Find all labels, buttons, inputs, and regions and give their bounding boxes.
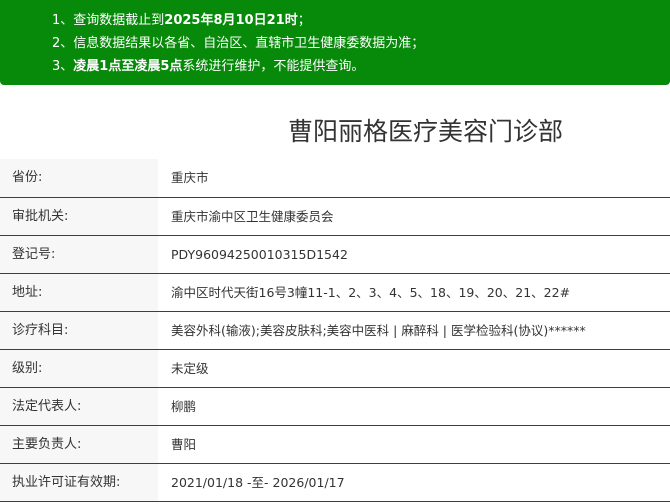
table-row: 诊疗科目: 美容外科(输液);美容皮肤科;美容中医科 | 麻醉科 | 医学检验科…: [0, 312, 670, 350]
row-value: 重庆市渝中区卫生健康委员会: [171, 209, 334, 224]
row-value: 未定级: [171, 361, 209, 376]
row-label: 诊疗科目:: [0, 312, 158, 349]
row-value: 柳鹏: [171, 399, 197, 414]
notice-line-2: 2、信息数据结果以各省、自治区、直辖市卫生健康委数据为准；: [52, 36, 425, 51]
row-value: 曹阳: [171, 437, 197, 452]
row-label: 执业许可证有效期:: [0, 464, 158, 501]
notice-line-1-prefix: 1、查询数据截止到: [52, 13, 165, 28]
table-row: 审批机关: 重庆市渝中区卫生健康委员会: [0, 198, 670, 236]
table-row: 省份: 重庆市: [0, 159, 670, 198]
row-value: 渝中区时代天街16号3幢11-1、2、3、4、5、18、19、20、21、22#: [171, 285, 571, 300]
table-row: 级别: 未定级: [0, 350, 670, 388]
notice-line-1: 1、查询数据截止到2025年8月10日21时；: [52, 9, 670, 32]
table-row: 登记号: PDY96094250010315D1542: [0, 236, 670, 274]
row-label: 审批机关:: [0, 198, 158, 235]
row-label: 主要负责人:: [0, 426, 158, 463]
notice-line-3: 3、凌晨1点至凌晨5点系统进行维护，不能提供查询。: [52, 55, 670, 78]
notice-line-1-suffix: ；: [297, 13, 311, 28]
row-label: 法定代表人:: [0, 388, 158, 425]
row-value: 美容外科(输液);美容皮肤科;美容中医科 | 麻醉科 | 医学检验科(协议)**…: [171, 323, 586, 338]
notice-line-3-prefix: 3、: [52, 59, 74, 74]
table-row: 地址: 渝中区时代天街16号3幢11-1、2、3、4、5、18、19、20、21…: [0, 274, 670, 312]
row-label: 登记号:: [0, 236, 158, 273]
notice-banner: 1、查询数据截止到2025年8月10日21时； 2、信息数据结果以各省、自治区、…: [0, 0, 670, 85]
table-row: 执业许可证有效期: 2021/01/18 -至- 2026/01/17: [0, 464, 670, 502]
row-label: 地址:: [0, 274, 158, 311]
table-row: 法定代表人: 柳鹏: [0, 388, 670, 426]
row-value: PDY96094250010315D1542: [171, 247, 348, 262]
row-label: 级别:: [0, 350, 158, 387]
row-label: 省份:: [0, 159, 158, 197]
page-title: 曹阳丽格医疗美容门诊部: [288, 117, 564, 146]
notice-line-3-suffix: 系统进行维护，不能提供查询。: [182, 59, 365, 74]
notice-line-1-date: 2025年8月10日21时: [164, 13, 298, 28]
row-value: 重庆市: [171, 170, 209, 185]
row-value: 2021/01/18 -至- 2026/01/17: [171, 475, 345, 490]
info-table: 省份: 重庆市 审批机关: 重庆市渝中区卫生健康委员会 登记号: PDY9609…: [0, 159, 670, 502]
table-row: 主要负责人: 曹阳: [0, 426, 670, 464]
notice-line-3-hours: 凌晨1点至凌晨5点: [73, 59, 183, 74]
